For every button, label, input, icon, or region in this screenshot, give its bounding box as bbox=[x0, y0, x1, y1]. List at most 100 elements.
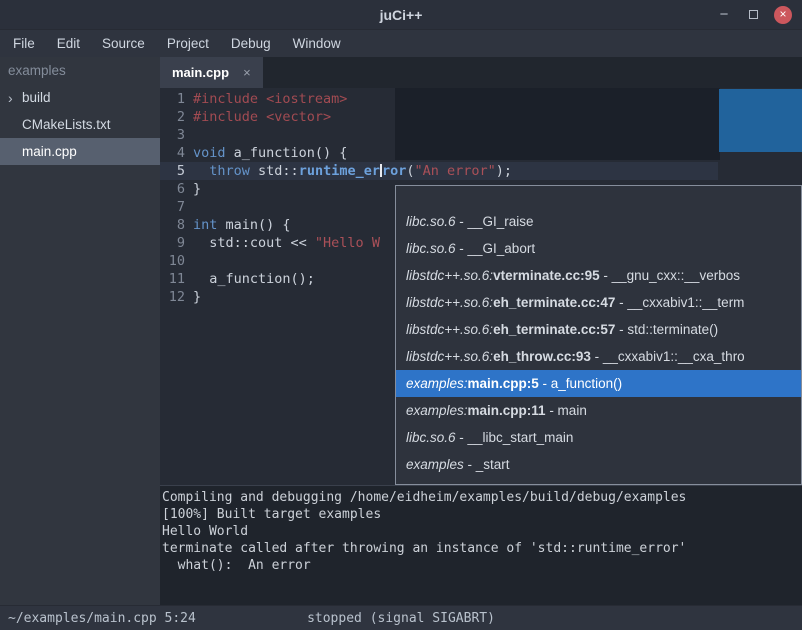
frame-library: libc.so.6 bbox=[406, 241, 456, 256]
sidebar-item-build[interactable]: ›build bbox=[0, 84, 160, 111]
code-segment: throw bbox=[209, 163, 250, 179]
line-number: 8 bbox=[160, 216, 193, 234]
backtrace-row-gi-raise[interactable]: libc.so.6 - __GI_raise bbox=[396, 208, 801, 235]
line-number: 7 bbox=[160, 198, 193, 216]
minimize-button[interactable]: − bbox=[716, 7, 732, 23]
terminal-line: Compiling and debugging /home/eidheim/ex… bbox=[162, 489, 802, 506]
line-number: 11 bbox=[160, 270, 193, 288]
code-text: a_function(); bbox=[193, 270, 315, 288]
terminal-output[interactable]: Compiling and debugging /home/eidheim/ex… bbox=[160, 485, 802, 605]
close-button[interactable]: × bbox=[774, 6, 792, 24]
menu-debug[interactable]: Debug bbox=[220, 30, 282, 57]
menu-edit[interactable]: Edit bbox=[46, 30, 91, 57]
frame-library: libstdc++.so.6: bbox=[406, 322, 493, 337]
code-segment: #include <iostream> bbox=[193, 91, 347, 107]
status-bar: stopped (signal SIGABRT) ~/examples/main… bbox=[0, 605, 802, 630]
backtrace-row-cxxabiv1-cxa-thro[interactable]: libstdc++.so.6:eh_throw.cc:93 - __cxxabi… bbox=[396, 343, 801, 370]
code-segment: } bbox=[193, 181, 201, 197]
window-title: juCi++ bbox=[0, 7, 802, 23]
tab-bar: main.cpp × bbox=[160, 57, 802, 88]
menu-bar: FileEditSourceProjectDebugWindow bbox=[0, 30, 802, 57]
backtrace-row-cxxabiv1-term[interactable]: libstdc++.so.6:eh_terminate.cc:47 - __cx… bbox=[396, 289, 801, 316]
line-number: 6 bbox=[160, 180, 193, 198]
tab-main-cpp[interactable]: main.cpp × bbox=[160, 57, 263, 88]
code-text: #include <iostream> bbox=[193, 90, 347, 108]
code-segment: #include <vector> bbox=[193, 109, 331, 125]
menu-window[interactable]: Window bbox=[282, 30, 352, 57]
frame-function: - __GI_raise bbox=[456, 214, 534, 229]
code-segment: std:: bbox=[250, 163, 299, 179]
frame-function: - _start bbox=[464, 457, 510, 472]
frame-library: libstdc++.so.6: bbox=[406, 295, 493, 310]
line-number: 5 bbox=[160, 162, 193, 180]
frame-library: examples bbox=[406, 457, 464, 472]
frame-function: - a_function() bbox=[539, 376, 622, 391]
code-segment: "An error" bbox=[415, 163, 496, 179]
frame-location: main.cpp:5 bbox=[468, 376, 539, 391]
code-text: std::cout << "Hello W bbox=[193, 234, 380, 252]
frame-location: eh_terminate.cc:57 bbox=[493, 322, 615, 337]
frame-library: libc.so.6 bbox=[406, 430, 456, 445]
window-controls: − × bbox=[716, 6, 802, 24]
code-line-5[interactable]: 5 throw std::runtime_error("An error"); bbox=[160, 162, 802, 180]
backtrace-row-std-terminate[interactable]: libstdc++.so.6:eh_terminate.cc:57 - std:… bbox=[396, 316, 801, 343]
app-window: juCi++ − × FileEditSourceProjectDebugWin… bbox=[0, 0, 802, 630]
sidebar-item-main-cpp[interactable]: main.cpp bbox=[0, 138, 160, 165]
code-text: } bbox=[193, 288, 201, 306]
frame-function: - __gnu_cxx::__verbos bbox=[600, 268, 740, 283]
menu-source[interactable]: Source bbox=[91, 30, 156, 57]
terminal-line: [100%] Built target examples bbox=[162, 506, 802, 523]
frame-function: - __GI_abort bbox=[456, 241, 536, 256]
terminal-line: terminate called after throwing an insta… bbox=[162, 540, 802, 557]
backtrace-row-a-function[interactable]: examples:main.cpp:5 - a_function() bbox=[396, 370, 801, 397]
file-label: CMakeLists.txt bbox=[22, 117, 111, 132]
title-bar[interactable]: juCi++ − × bbox=[0, 0, 802, 30]
tab-close-icon[interactable]: × bbox=[243, 66, 251, 79]
line-number: 2 bbox=[160, 108, 193, 126]
line-number: 9 bbox=[160, 234, 193, 252]
file-tree: ›build CMakeLists.txt main.cpp bbox=[0, 84, 160, 165]
code-segment: std::cout << bbox=[193, 235, 315, 251]
frame-library: examples: bbox=[406, 403, 468, 418]
code-segment: ror bbox=[382, 163, 406, 179]
frame-library: libstdc++.so.6: bbox=[406, 268, 493, 283]
frame-location: vterminate.cc:95 bbox=[493, 268, 600, 283]
backtrace-row-gi-abort[interactable]: libc.so.6 - __GI_abort bbox=[396, 235, 801, 262]
debug-tooltip-panel bbox=[395, 88, 720, 160]
terminal-line: what(): An error bbox=[162, 557, 802, 574]
code-segment: ); bbox=[496, 163, 512, 179]
code-text: void a_function() { bbox=[193, 144, 347, 162]
backtrace-popup: libc.so.6 - __GI_raiselibc.so.6 - __GI_a… bbox=[395, 185, 802, 485]
sidebar-item-cmakelists-txt[interactable]: CMakeLists.txt bbox=[0, 111, 160, 138]
line-number: 3 bbox=[160, 126, 193, 144]
code-text: #include <vector> bbox=[193, 108, 331, 126]
backtrace-row-libc-start-main[interactable]: libc.so.6 - __libc_start_main bbox=[396, 424, 801, 451]
code-segment: void bbox=[193, 145, 226, 161]
project-name: examples bbox=[0, 57, 160, 84]
menu-file[interactable]: File bbox=[2, 30, 46, 57]
menu-project[interactable]: Project bbox=[156, 30, 220, 57]
line-number: 10 bbox=[160, 252, 193, 270]
code-text: int main() { bbox=[193, 216, 291, 234]
frame-library: libc.so.6 bbox=[406, 214, 456, 229]
backtrace-row-start[interactable]: examples - _start bbox=[396, 451, 801, 478]
line-number: 4 bbox=[160, 144, 193, 162]
backtrace-row-gnu-cxx-verbos[interactable]: libstdc++.so.6:vterminate.cc:95 - __gnu_… bbox=[396, 262, 801, 289]
file-label: main.cpp bbox=[22, 144, 77, 159]
maximize-button[interactable] bbox=[745, 7, 761, 23]
close-icon: × bbox=[779, 7, 786, 21]
frame-location: eh_terminate.cc:47 bbox=[493, 295, 615, 310]
file-label: build bbox=[22, 90, 51, 105]
code-segment: runtime_er bbox=[299, 163, 380, 179]
frame-location: eh_throw.cc:93 bbox=[493, 349, 591, 364]
code-text: } bbox=[193, 180, 201, 198]
code-segment: ( bbox=[406, 163, 414, 179]
tooltip-highlight-box bbox=[719, 89, 802, 152]
frame-library: examples: bbox=[406, 376, 468, 391]
code-segment: } bbox=[193, 289, 201, 305]
code-segment: a_function(); bbox=[193, 271, 315, 287]
frame-function: - std::terminate() bbox=[615, 322, 718, 337]
code-segment: a_function() { bbox=[226, 145, 348, 161]
code-segment: int bbox=[193, 217, 217, 233]
backtrace-row-main[interactable]: examples:main.cpp:11 - main bbox=[396, 397, 801, 424]
